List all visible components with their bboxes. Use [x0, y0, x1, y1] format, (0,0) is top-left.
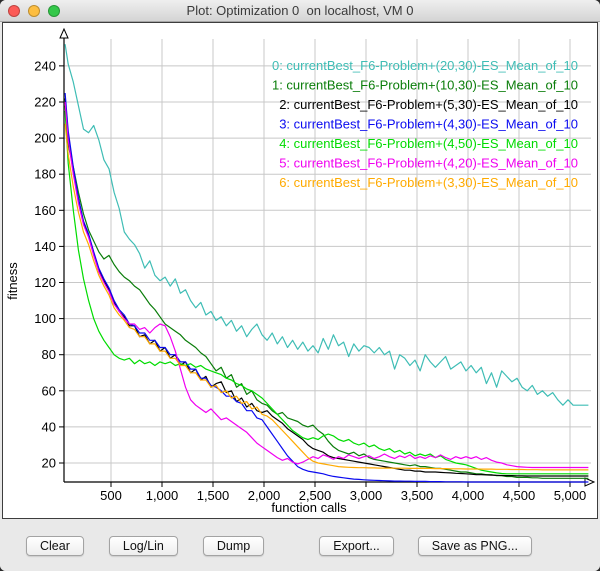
plot-canvas: 20 40 60 80 100 120 140 160 180 200 220 240 500 1,000… [3, 23, 597, 518]
save-as-png-button[interactable]: Save as PNG... [418, 536, 532, 556]
x-tick-label: 1,000 [146, 488, 179, 503]
x-tick-label: 3,500 [401, 488, 434, 503]
y-tick-label: 160 [34, 203, 56, 218]
curve-3 [65, 93, 588, 482]
dump-button[interactable]: Dump [203, 536, 264, 556]
legend-entry-6: 6: currentBest_F6-Problem+(3,30)-ES_Mean… [279, 175, 578, 190]
y-tick-label: 60 [42, 383, 56, 398]
y-tick-label: 100 [34, 311, 56, 326]
x-tick-label: 4,500 [503, 488, 536, 503]
x-axis-label: function calls [271, 500, 347, 515]
y-tick-label: 240 [34, 58, 56, 73]
legend-entry-5: 5: currentBest_F6-Problem+(4,20)-ES_Mean… [279, 156, 578, 171]
titlebar[interactable]: Plot: Optimization 0 on localhost, VM 0 [0, 0, 600, 22]
y-tick-label: 140 [34, 239, 56, 254]
y-tick-label: 40 [42, 419, 56, 434]
plot-window: Plot: Optimization 0 on localhost, VM 0 … [0, 0, 600, 571]
y-tick-label: 120 [34, 275, 56, 290]
export-button[interactable]: Export... [319, 536, 394, 556]
legend-entry-1: 1: currentBest_F6-Problem+(10,30)-ES_Mea… [272, 78, 578, 93]
legend-entry-3: 3: currentBest_F6-Problem+(4,30)-ES_Mean… [279, 117, 578, 132]
button-bar: Clear Log/Lin Dump Export... Save as PNG… [0, 519, 600, 571]
x-tick-label: 500 [100, 488, 122, 503]
x-tick-label: 1,500 [197, 488, 230, 503]
y-tick-label: 180 [34, 167, 56, 182]
clear-button[interactable]: Clear [26, 536, 84, 556]
legend-entry-4: 4: currentBest_F6-Problem+(4,50)-ES_Mean… [279, 136, 578, 151]
legend-entry-2: 2: currentBest_F6-Problem+(5,30)-ES_Mean… [279, 97, 578, 112]
x-tick-label: 5,000 [554, 488, 587, 503]
y-tick-label: 220 [34, 95, 56, 110]
plot-panel: 20 40 60 80 100 120 140 160 180 200 220 240 500 1,000… [2, 22, 598, 519]
y-tick-label: 80 [42, 347, 56, 362]
legend-entry-0: 0: currentBest_F6-Problem+(20,30)-ES_Mea… [272, 58, 578, 73]
legend: 0: currentBest_F6-Problem+(20,30)-ES_Mea… [272, 58, 578, 190]
log-lin-button[interactable]: Log/Lin [109, 536, 178, 556]
y-axis-label: fitness [5, 262, 20, 300]
x-tick-label: 4,000 [452, 488, 485, 503]
y-tick-label: 200 [34, 131, 56, 146]
y-tick-label: 20 [42, 456, 56, 471]
y-axis-arrow-icon [60, 29, 68, 38]
x-tick-label: 3,000 [350, 488, 383, 503]
window-title: Plot: Optimization 0 on localhost, VM 0 [0, 0, 600, 22]
